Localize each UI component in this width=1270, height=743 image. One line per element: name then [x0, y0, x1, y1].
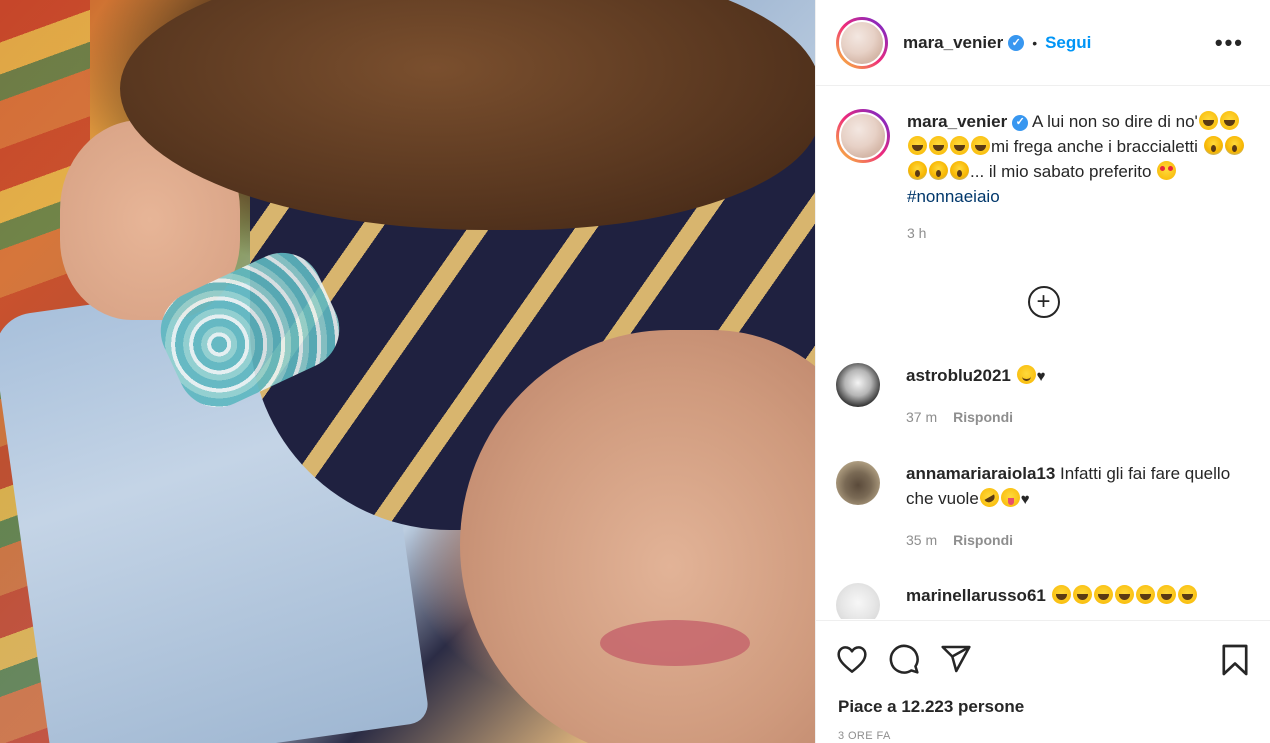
- post-photo[interactable]: [0, 0, 815, 743]
- laughing-emoji-icon: [1135, 585, 1155, 604]
- author-username[interactable]: mara_venier: [903, 33, 1003, 53]
- black-heart-icon: ♥: [1020, 491, 1030, 508]
- laughing-emoji-icon: [1156, 585, 1176, 604]
- comment-avatar[interactable]: [836, 461, 880, 505]
- follow-button[interactable]: Segui: [1045, 33, 1091, 53]
- hashtag-link[interactable]: #nonnaeiaio: [907, 187, 1000, 206]
- caption-text: mi frega anche i braccialetti: [991, 137, 1198, 156]
- screaming-emoji-icon: [1203, 136, 1223, 155]
- laughing-emoji-icon: [929, 136, 948, 155]
- photo-lips: [600, 620, 750, 666]
- screaming-emoji-icon: [950, 161, 969, 180]
- laughing-emoji-icon: [1177, 585, 1197, 604]
- black-heart-icon: ♥: [1036, 368, 1046, 385]
- caption-username[interactable]: mara_venier: [907, 112, 1007, 131]
- load-more-comments-button[interactable]: +: [1027, 286, 1060, 318]
- comment-time[interactable]: 35 m: [906, 532, 937, 548]
- comment-body: astroblu2021 ♥ 37 m Rispondi: [906, 363, 1246, 430]
- comment-body: marinellarusso61: [906, 583, 1246, 619]
- separator-dot: •: [1032, 34, 1038, 51]
- screaming-emoji-icon: [1224, 136, 1244, 155]
- author-avatar[interactable]: [836, 16, 888, 69]
- laughing-emoji-icon: [1114, 585, 1134, 604]
- comment-icon[interactable]: [888, 643, 920, 675]
- likes-count[interactable]: Piace a 12.223 persone: [816, 675, 1270, 717]
- laughing-emoji-icon: [950, 136, 969, 155]
- comment-meta: 37 m Rispondi: [906, 405, 1246, 430]
- post-caption: mara_venier ✓ A lui non so dire di no' mi …: [816, 87, 1270, 246]
- post-header: mara_venier ✓ • Segui •••: [816, 0, 1270, 86]
- caption-text: ... il mio sabato preferito: [970, 162, 1152, 181]
- heart-icon[interactable]: [836, 644, 868, 674]
- comment-body: annamariaraiola13 Infatti gli fai fare q…: [906, 461, 1246, 553]
- smiling-emoji-icon: [1016, 365, 1036, 384]
- comment-meta: 35 m Rispondi: [906, 528, 1246, 553]
- comment-item: astroblu2021 ♥ 37 m Rispondi: [816, 363, 1266, 430]
- comment-username[interactable]: annamariaraiola13: [906, 464, 1055, 483]
- rolling-laughing-emoji-icon: [976, 484, 1003, 511]
- more-options-icon[interactable]: •••: [1215, 30, 1244, 56]
- share-icon[interactable]: [940, 643, 972, 675]
- comment-item: marinellarusso61: [816, 583, 1266, 619]
- comment-time[interactable]: 37 m: [906, 409, 937, 425]
- laughing-emoji-icon: [1072, 585, 1092, 604]
- screaming-emoji-icon: [929, 161, 948, 180]
- laughing-emoji-icon: [1093, 585, 1113, 604]
- laughing-emoji-icon: [908, 136, 927, 155]
- laughing-emoji-icon: [1051, 585, 1071, 604]
- laughing-emoji-icon: [1198, 111, 1218, 130]
- caption-time[interactable]: 3 h: [907, 221, 1251, 246]
- post-timestamp[interactable]: 3 ORE FA: [816, 717, 1270, 742]
- comment-avatar[interactable]: [836, 363, 880, 407]
- caption-text: A lui non so dire di no': [1031, 112, 1198, 131]
- screaming-emoji-icon: [908, 161, 927, 180]
- bookmark-icon[interactable]: [1221, 643, 1249, 677]
- comment-item: annamariaraiola13 Infatti gli fai fare q…: [816, 461, 1266, 553]
- post-actions: Piace a 12.223 persone 3 ORE FA: [816, 620, 1270, 743]
- heart-eyes-emoji-icon: [1157, 161, 1177, 180]
- tongue-emoji-icon: [1000, 488, 1020, 507]
- verified-badge-icon: ✓: [1008, 34, 1025, 51]
- reply-button[interactable]: Rispondi: [953, 532, 1013, 548]
- comment-username[interactable]: marinellarusso61: [906, 586, 1046, 605]
- reply-button[interactable]: Rispondi: [953, 409, 1013, 425]
- verified-badge-icon: ✓: [1012, 114, 1029, 131]
- laughing-emoji-icon: [971, 136, 990, 155]
- caption-avatar[interactable]: [836, 109, 890, 163]
- post-side-panel: mara_venier ✓ • Segui ••• mara_venier ✓ A…: [815, 0, 1270, 743]
- caption-body: mara_venier ✓ A lui non so dire di no' mi …: [907, 109, 1251, 246]
- comment-avatar[interactable]: [836, 583, 880, 619]
- comment-username[interactable]: astroblu2021: [906, 366, 1011, 385]
- comments-section[interactable]: mara_venier ✓ A lui non so dire di no' mi …: [816, 87, 1270, 619]
- laughing-emoji-icon: [1219, 111, 1239, 130]
